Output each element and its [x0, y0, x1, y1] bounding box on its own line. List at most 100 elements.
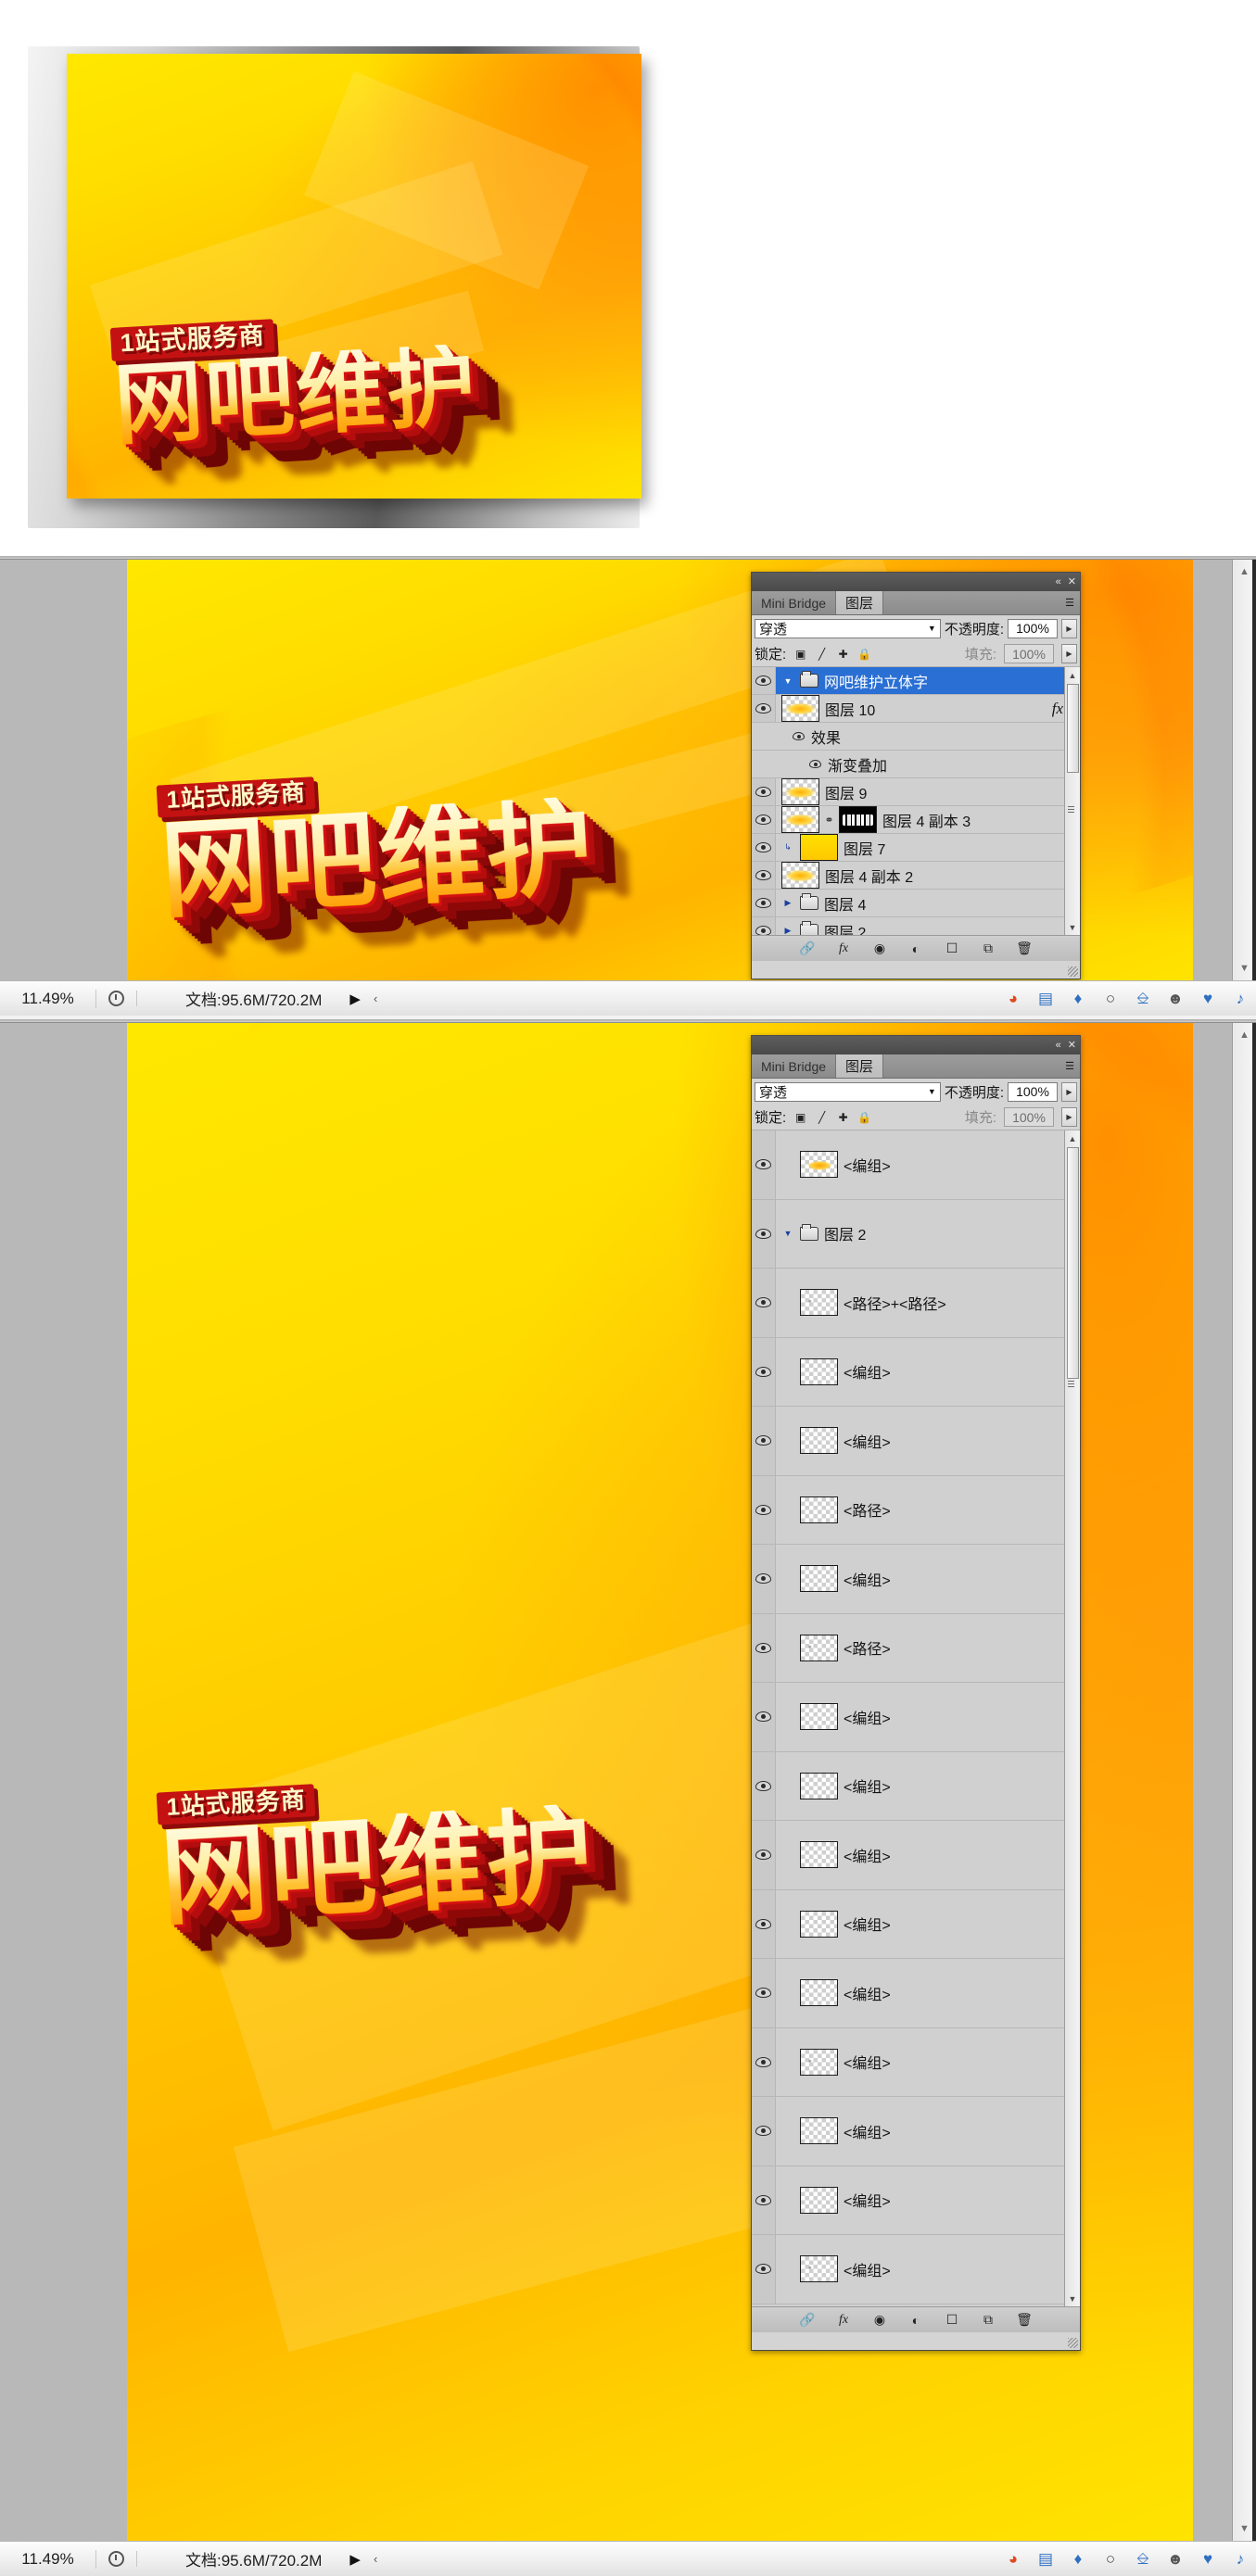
fill-input[interactable]: 100% — [1004, 1107, 1054, 1127]
layer-visibility-toggle[interactable] — [752, 1751, 776, 1820]
collapse-icon[interactable]: « — [1056, 576, 1061, 587]
brush-lock-icon[interactable]: ╱ — [815, 647, 829, 661]
table-row[interactable]: ▶ 图层 4 — [752, 890, 1080, 917]
pen-icon[interactable]: ♦ — [1068, 990, 1088, 1008]
close-icon[interactable]: ✕ — [1068, 1040, 1076, 1051]
status-chevron-icon[interactable]: ‹ — [374, 991, 377, 1005]
layer-thumbnail[interactable] — [800, 1496, 838, 1523]
scrollbar-grip[interactable] — [1068, 1381, 1074, 1387]
hearts-icon[interactable]: ♥ — [1198, 990, 1218, 1008]
palette-menu-icon[interactable]: ☰ — [1059, 1054, 1080, 1078]
table-row[interactable]: <编组> — [752, 1959, 1080, 2028]
link-layers-icon[interactable]: 🔗 — [798, 940, 817, 957]
zoom-level[interactable]: 11.49% — [0, 989, 96, 1008]
layer-visibility-toggle[interactable] — [752, 1959, 776, 2027]
layer-visibility-toggle[interactable] — [752, 2166, 776, 2234]
fill-stepper[interactable]: ▶ — [1061, 1107, 1077, 1127]
layer-thumbnail[interactable] — [781, 862, 819, 889]
table-row[interactable]: 图层 10fx▲ — [752, 695, 1080, 723]
table-row[interactable]: ⚭ 图层 4 副本 3 — [752, 806, 1080, 834]
layer-thumbnail[interactable] — [800, 1841, 838, 1869]
layer-thumbnail[interactable] — [800, 2255, 838, 2283]
layer-visibility-toggle[interactable] — [752, 1269, 776, 1337]
layer-list-scrollbar-1[interactable]: ▲ ▼ — [1064, 667, 1080, 935]
layers-palette-2[interactable]: « ✕ Mini Bridge 图层 ☰ 穿透 ▼ 不透明度: 100% ▶ 锁… — [751, 1035, 1081, 2351]
tab-layers[interactable]: 图层 — [835, 1054, 884, 1078]
layer-list-2[interactable]: <编组> ▼ 图层 2 <路径>+<路径> <编组> <编组> <路径> <编组> <路径> <编… — [752, 1130, 1080, 2306]
disclosure-triangle-icon[interactable]: ▶ — [781, 926, 794, 935]
layer-visibility-toggle[interactable] — [752, 862, 776, 889]
status-expand-icon[interactable]: ▶ — [349, 991, 361, 1007]
table-row[interactable]: 图层 9 — [752, 778, 1080, 806]
table-row[interactable]: 图层 4 副本 2 — [752, 862, 1080, 890]
table-row[interactable]: <编组> — [752, 1751, 1080, 1821]
move-lock-icon[interactable]: ✚ — [836, 1110, 850, 1124]
layer-thumbnail[interactable] — [800, 1979, 838, 2007]
layer-visibility-toggle[interactable] — [752, 2235, 776, 2304]
opacity-input[interactable]: 100% — [1008, 1081, 1058, 1102]
more-icon[interactable]: ♪ — [1230, 990, 1250, 1008]
disclosure-triangle-icon[interactable]: ▶ — [781, 898, 794, 908]
eye-icon[interactable] — [793, 732, 805, 740]
circle-icon[interactable]: ○ — [1100, 2550, 1121, 2569]
table-row[interactable]: <编组> — [752, 1407, 1080, 1476]
scrollbar-grip[interactable] — [1068, 806, 1074, 813]
layer-visibility-toggle[interactable] — [752, 834, 776, 861]
layer-thumbnail[interactable] — [800, 1772, 838, 1799]
move-lock-icon[interactable]: ✚ — [836, 647, 850, 661]
layer-visibility-toggle[interactable] — [752, 1613, 776, 1682]
add-mask-icon[interactable]: ◉ — [870, 940, 889, 957]
scroll-up-arrow[interactable]: ▲ — [1065, 667, 1080, 683]
layer-visibility-toggle[interactable] — [752, 917, 776, 935]
table-row[interactable]: <编组> — [752, 2027, 1080, 2097]
layer-visibility-toggle[interactable] — [752, 890, 776, 916]
layer-visibility-toggle[interactable] — [752, 667, 776, 694]
table-row[interactable]: ▶ 图层 2 — [752, 917, 1080, 935]
new-layer-icon[interactable]: ⧉ — [979, 2311, 997, 2329]
keyboard-toggle-icon[interactable]: ▤ — [1035, 2550, 1056, 2569]
opacity-stepper[interactable]: ▶ — [1061, 618, 1077, 638]
table-row[interactable]: <路径> — [752, 1475, 1080, 1545]
table-row[interactable]: <编组> — [752, 1821, 1080, 1890]
blend-mode-select[interactable]: 穿透 ▼ — [755, 618, 941, 638]
tab-layers[interactable]: 图层 — [835, 591, 884, 614]
layer-thumbnail[interactable] — [800, 2048, 838, 2076]
scroll-up-arrow[interactable]: ▲ — [1065, 1130, 1080, 1146]
table-row[interactable]: <编组> — [752, 2166, 1080, 2235]
scroll-down-arrow[interactable]: ▼ — [1065, 2291, 1080, 2306]
disclosure-triangle-icon[interactable]: ▼ — [781, 676, 794, 686]
table-row[interactable]: <编组> — [752, 1683, 1080, 1752]
table-row[interactable]: <编组> — [752, 1545, 1080, 1614]
layers-palette-1[interactable]: « ✕ Mini Bridge 图层 ☰ 穿透 ▼ 不透明度: 100% ▶ 锁… — [751, 572, 1081, 979]
layer-visibility-toggle[interactable] — [752, 1889, 776, 1958]
layer-thumbnail[interactable] — [781, 778, 819, 805]
layer-thumbnail[interactable] — [800, 1357, 838, 1385]
table-row[interactable]: <编组> — [752, 1337, 1080, 1407]
table-row[interactable]: <路径> — [752, 1613, 1080, 1683]
tab-mini-bridge[interactable]: Mini Bridge — [752, 1054, 835, 1078]
layer-list-1[interactable]: ▼ 网吧维护立体字图层 10 fx▲ 效果渐变叠加图层 9 ⚭ 图层 4 副本 3 ↳ 图层 … — [752, 667, 1080, 935]
keyboard-icon[interactable]: ⎒ — [1133, 2550, 1153, 2569]
adjustment-layer-icon[interactable]: ◐ — [907, 940, 925, 957]
palette-menu-icon[interactable]: ☰ — [1059, 591, 1080, 614]
new-group-icon[interactable]: ☐ — [943, 2311, 961, 2329]
layer-visibility-toggle[interactable] — [752, 2097, 776, 2166]
layer-thumbnail[interactable] — [800, 1634, 838, 1661]
new-group-icon[interactable]: ☐ — [943, 940, 961, 957]
opacity-stepper[interactable]: ▶ — [1061, 1081, 1077, 1102]
table-row[interactable]: <编组> — [752, 2097, 1080, 2166]
delete-layer-icon[interactable]: 🗑 — [1015, 2311, 1034, 2329]
table-row[interactable]: ▼ 图层 2 — [752, 1199, 1080, 1269]
keyboard-icon[interactable]: ⎒ — [1133, 990, 1153, 1008]
layer-thumbnail[interactable] — [800, 1910, 838, 1938]
all-lock-icon[interactable]: 🔒 — [857, 1110, 871, 1124]
layer-visibility-toggle[interactable] — [752, 1130, 776, 1199]
add-mask-icon[interactable]: ◉ — [870, 2311, 889, 2329]
brush-lock-icon[interactable]: ╱ — [815, 1110, 829, 1124]
table-row[interactable]: <编组> — [752, 2235, 1080, 2305]
layer-thumbnail[interactable] — [800, 2117, 838, 2145]
blend-mode-select[interactable]: 穿透 ▼ — [755, 1081, 941, 1102]
tab-mini-bridge[interactable]: Mini Bridge — [752, 591, 835, 614]
layer-thumbnail[interactable] — [800, 1703, 838, 1731]
more-icon[interactable]: ♪ — [1230, 2550, 1250, 2569]
